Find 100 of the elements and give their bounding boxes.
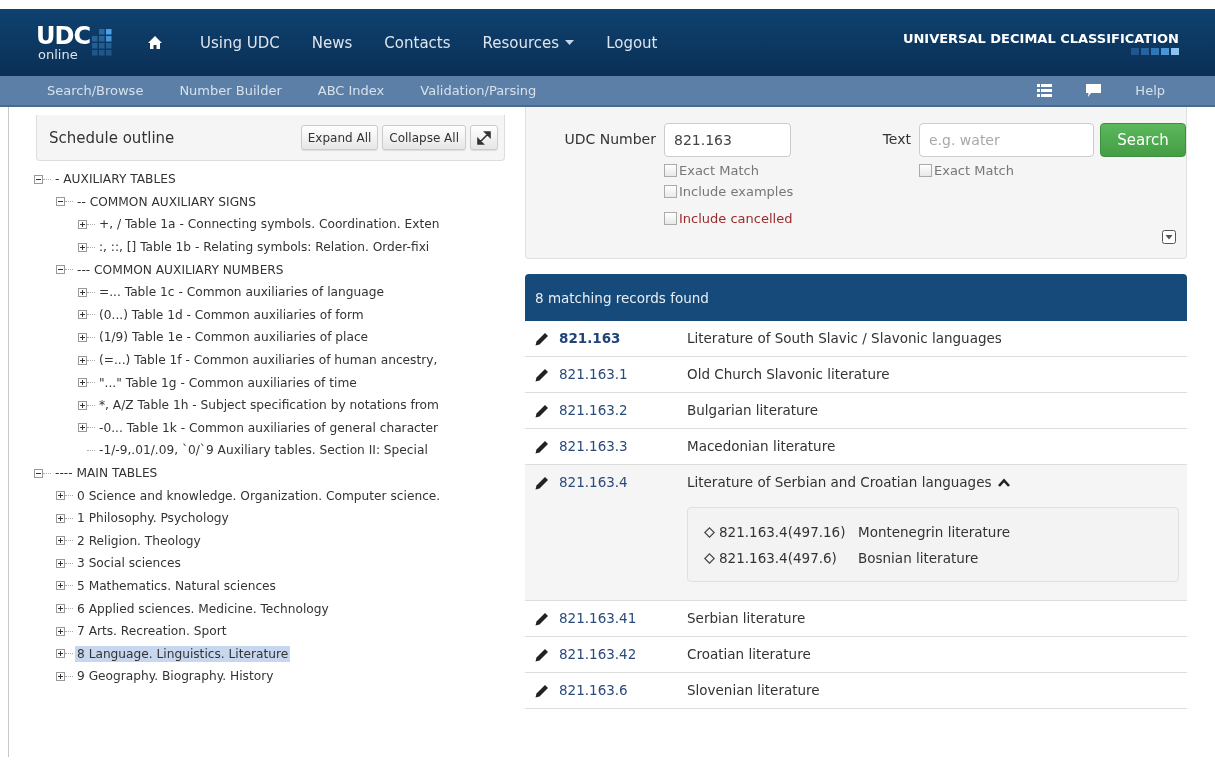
nav-link[interactable]: News bbox=[311, 33, 353, 52]
expand-icon[interactable] bbox=[78, 400, 87, 410]
tree-item[interactable]: 8 Language. Linguistics. Literature bbox=[75, 645, 291, 662]
expand-icon[interactable] bbox=[78, 242, 87, 252]
tree-item[interactable]: (0...) Table 1d - Common auxiliaries of form bbox=[97, 306, 366, 323]
pencil-icon[interactable] bbox=[535, 647, 549, 662]
tree-item[interactable]: (=...) Table 1f - Common auxiliaries of human ancestry, bbox=[97, 352, 440, 369]
record-title: Croatian literature bbox=[687, 645, 811, 664]
collapse-icon[interactable] bbox=[56, 265, 65, 275]
caret-icon bbox=[565, 40, 575, 45]
list-icon[interactable] bbox=[1037, 84, 1053, 97]
expand-icon[interactable] bbox=[78, 332, 87, 342]
collapse-all-button[interactable]: Collapse All bbox=[382, 125, 466, 150]
record-title: Slovenian literature bbox=[687, 681, 820, 700]
expand-icon[interactable] bbox=[78, 355, 87, 365]
record-code-link[interactable]: 821.163.6 bbox=[559, 673, 687, 708]
expand-icon[interactable] bbox=[78, 423, 87, 433]
pencil-icon[interactable] bbox=[535, 439, 549, 454]
record-title: Macedonian literature bbox=[687, 437, 836, 456]
field-label: Text bbox=[882, 130, 912, 147]
tree-item[interactable]: -- COMMON AUXILIARY SIGNS bbox=[75, 193, 258, 210]
collapse-icon[interactable] bbox=[34, 174, 43, 184]
record-code-link[interactable]: 821.163.3 bbox=[559, 429, 687, 464]
expand-all-button[interactable]: Expand All bbox=[300, 125, 379, 150]
checkbox-label: Include cancelled bbox=[679, 211, 793, 226]
collapse-icon[interactable] bbox=[56, 197, 65, 207]
pencil-icon[interactable] bbox=[535, 331, 549, 346]
tree-item[interactable]: "..." Table 1g - Common auxiliaries of time bbox=[97, 374, 359, 391]
example-code: 821.163.4(497.16) bbox=[719, 524, 847, 540]
resize-icon bbox=[477, 130, 491, 145]
expand-icon[interactable] bbox=[56, 536, 65, 546]
tree-item[interactable]: (1/9) Table 1e - Common auxiliaries of place bbox=[97, 329, 371, 346]
tree-item[interactable]: 9 Geography. Biography. History bbox=[75, 668, 276, 685]
checkbox[interactable] bbox=[664, 212, 677, 225]
tree-item[interactable]: 2 Religion. Theology bbox=[75, 532, 203, 549]
tree-item[interactable]: 5 Mathematics. Natural sciences bbox=[75, 578, 278, 594]
checkbox-label: Exact Match bbox=[934, 163, 1014, 178]
expand-icon[interactable] bbox=[56, 649, 65, 659]
expand-icon[interactable] bbox=[78, 287, 87, 297]
expand-icon[interactable] bbox=[56, 604, 65, 614]
home-link[interactable] bbox=[148, 36, 163, 49]
pencil-icon[interactable] bbox=[535, 367, 549, 382]
tree-item[interactable]: :, ::, [] Table 1b - Relating symbols: Relation. Order-fixi bbox=[97, 239, 432, 256]
tree-item[interactable]: -0... Table 1k - Common auxiliaries of general character bbox=[97, 419, 441, 436]
expand-icon[interactable] bbox=[56, 581, 65, 591]
pencil-icon[interactable] bbox=[535, 683, 549, 698]
panel-title: Schedule outline bbox=[49, 128, 175, 147]
record-code-link[interactable]: 821.163.2 bbox=[559, 393, 687, 428]
udc-number-field[interactable]: 821.163 bbox=[664, 123, 791, 157]
record-title: Literature of South Slavic / Slavonic languages bbox=[687, 329, 1002, 348]
expand-icon[interactable] bbox=[56, 626, 65, 636]
tree-item[interactable]: ---- MAIN TABLES bbox=[53, 465, 160, 481]
expand-icon[interactable] bbox=[78, 310, 87, 320]
expand-icon[interactable] bbox=[78, 378, 87, 388]
tree-item[interactable]: --- COMMON AUXILIARY NUMBERS bbox=[75, 261, 286, 278]
tree-item[interactable]: 1 Philosophy. Psychology bbox=[75, 510, 231, 527]
expand-icon[interactable] bbox=[78, 220, 87, 229]
tree-item[interactable]: 6 Applied sciences. Medicine. Technology bbox=[75, 600, 331, 617]
chevron-up-icon[interactable] bbox=[997, 478, 1010, 487]
record-code-link[interactable]: 821.163.41 bbox=[559, 601, 687, 636]
results-header: 8 matching records found bbox=[525, 274, 1187, 321]
nav-link[interactable]: Contacts bbox=[384, 33, 451, 52]
tree-item[interactable]: - AUXILIARY TABLES bbox=[53, 171, 178, 188]
tree-item[interactable]: +, / Table 1a - Connecting symbols. Coordination. Exten bbox=[97, 216, 442, 233]
expand-icon[interactable] bbox=[56, 558, 65, 568]
logo-squares-icon bbox=[92, 28, 113, 57]
nav-dropdown[interactable]: Resources bbox=[482, 33, 575, 52]
collapse-toggle-icon[interactable] bbox=[1162, 230, 1176, 244]
example-title: Montenegrin literature bbox=[858, 524, 1010, 540]
collapse-icon[interactable] bbox=[34, 468, 43, 478]
expand-icon[interactable] bbox=[56, 671, 65, 681]
nav-link[interactable]: Using UDC bbox=[200, 33, 280, 52]
tree-item[interactable]: -1/-9,.01/.09, `0/`9 Auxiliary tables. Section II: Special bbox=[97, 442, 430, 459]
tree-item[interactable]: 7 Arts. Recreation. Sport bbox=[75, 623, 229, 640]
tree-item[interactable]: *, A/Z Table 1h - Subject specification by notations from bbox=[97, 397, 441, 414]
checkbox[interactable] bbox=[664, 185, 677, 198]
record-code-link[interactable]: 821.163.42 bbox=[559, 637, 687, 672]
checkbox[interactable] bbox=[664, 164, 677, 177]
logo-title: UDC bbox=[36, 24, 91, 48]
record-code-link[interactable]: 821.163.4 bbox=[559, 465, 687, 500]
diamond-icon bbox=[704, 526, 715, 538]
diamond-icon bbox=[704, 552, 715, 564]
record-code-link[interactable]: 821.163 bbox=[559, 321, 687, 356]
nav-link[interactable]: Logout bbox=[606, 33, 658, 52]
expand-icon[interactable] bbox=[56, 513, 65, 523]
checkbox[interactable] bbox=[919, 164, 932, 177]
pencil-icon[interactable] bbox=[535, 403, 549, 418]
expand-icon[interactable] bbox=[56, 491, 65, 501]
text-field[interactable]: e.g. water bbox=[919, 123, 1094, 157]
pencil-icon[interactable] bbox=[535, 475, 549, 490]
tree-item[interactable]: 3 Social sciences bbox=[75, 555, 183, 572]
pencil-icon[interactable] bbox=[535, 611, 549, 626]
record-title: Bulgarian literature bbox=[687, 401, 819, 420]
fullscreen-button[interactable] bbox=[470, 125, 498, 150]
tree-item[interactable]: =... Table 1c - Common auxiliaries of language bbox=[97, 284, 386, 301]
udc-logo[interactable]: UDC online bbox=[36, 24, 113, 61]
site-title: UNIVERSAL DECIMAL CLASSIFICATION bbox=[902, 30, 1179, 46]
comment-icon[interactable] bbox=[1086, 84, 1102, 97]
tree-item[interactable]: 0 Science and knowledge. Organization. Computer science. bbox=[75, 487, 443, 504]
record-code-link[interactable]: 821.163.1 bbox=[559, 357, 687, 392]
